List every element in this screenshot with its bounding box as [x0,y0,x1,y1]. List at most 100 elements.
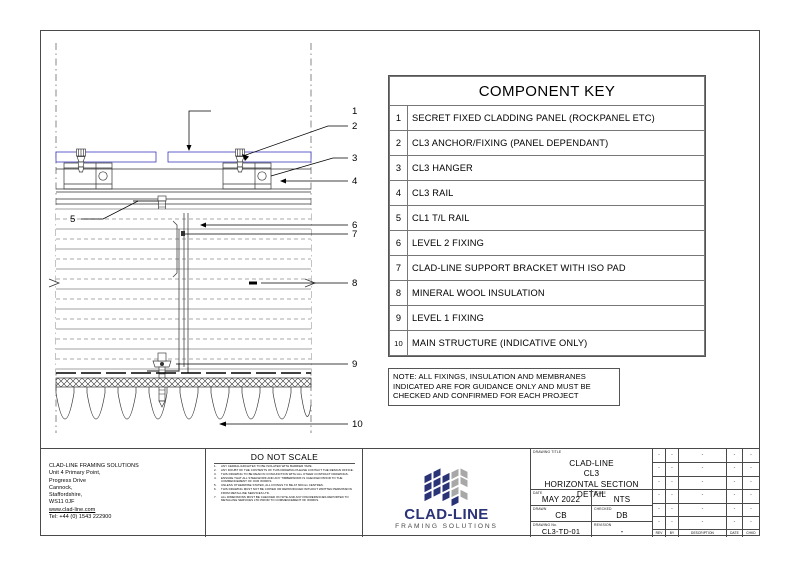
revision-cell[interactable]: - [679,452,726,458]
revision-cell[interactable]: - [727,465,742,471]
revision-cell[interactable]: - [653,465,665,471]
component-key-label: LEVEL 1 FIXING [407,305,705,331]
revision-cell[interactable]: - [727,519,742,525]
component-key-number: 2 [389,130,408,156]
component-key-row: 6 LEVEL 2 FIXING [389,230,705,256]
revision-cell[interactable]: - [743,452,759,458]
company-address-4: Staffordshire, [49,492,83,499]
component-key-number: 1 [389,105,408,131]
revision-cell[interactable]: - [666,492,678,498]
revision-cell[interactable]: - [666,519,678,525]
revision-row-divider [653,462,759,464]
drawing-no-value: CL3-TD-01 [541,527,581,536]
drawn-value: CB [555,511,567,520]
revision-cell[interactable]: - [666,479,678,485]
component-key-number: 4 [389,180,408,206]
component-key-number: 9 [389,305,408,331]
component-key-header-row: COMPONENT KEY [389,76,705,106]
general-notes-block: DO NOT SCALE 1. ANY CEDRAL/ARCHITEX TO BE… [206,449,363,537]
company-address-1: Unit 4 Primary Point, [49,470,101,477]
checked-value: DB [616,511,628,520]
do-not-scale-heading: DO NOT SCALE [214,452,355,464]
revision-row-divider [653,489,759,491]
revision-row-divider [653,502,759,504]
revision-cell[interactable]: - [743,465,759,471]
revision-cell[interactable]: - [743,492,759,498]
revision-cell[interactable]: - [743,519,759,525]
callout-2: 2 [352,121,357,132]
component-key-number: 7 [389,255,408,281]
component-key-row: 2 CL3 ANCHOR/FIXING (PANEL DEPENDANT) [389,130,705,156]
component-key-label: CL1 T/L RAIL [407,205,705,231]
logo-tagline: FRAMING SOLUTIONS [395,523,498,530]
component-key-number: 6 [389,230,408,256]
scale-cell: SCALE NTS [592,490,653,506]
revision-cell[interactable]: - [666,452,678,458]
revision-cell[interactable]: - [727,506,742,512]
company-logo-block: CLAD-LINE FRAMING SOLUTIONS [363,449,531,537]
revision-row-divider [653,475,759,477]
section-detail-svg: 1 2 3 4 5 6 7 8 9 10 [48,43,363,433]
revision-cell[interactable]: - [679,465,726,471]
component-key-label: CL3 RAIL [407,180,705,206]
general-note-number: 7. [214,494,217,499]
revision-cell[interactable]: - [743,506,759,512]
general-note-text: ALL DIMENSIONS MUST BE CHECKED ON SITE A… [221,494,349,503]
revision-column-header: CHKD [746,531,756,535]
revision-cell[interactable]: - [679,479,726,485]
drawing-number-cell: DRAWING No. CL3-TD-01 [531,522,592,537]
component-key-label: SECRET FIXED CLADDING PANEL (ROCKPANEL E… [407,105,705,131]
revision-cell[interactable]: - [666,506,678,512]
revision-cell[interactable]: - [653,479,665,485]
company-address-3: Cannock, [49,484,73,491]
callout-4: 4 [352,176,358,187]
callout-1: 1 [352,106,357,117]
company-name: CLAD-LINE FRAMING SOLUTIONS [49,463,139,469]
drawing-title-line-2: CL3 [583,469,600,479]
component-key-label: CL3 ANCHOR/FIXING (PANEL DEPENDANT) [407,130,705,156]
component-key-label: MAIN STRUCTURE (INDICATIVE ONLY) [407,330,705,356]
callout-9: 9 [352,359,357,370]
cladding-panel [55,151,312,163]
revision-cell[interactable]: - [679,506,726,512]
revision-column-header: DESCRIPTION [691,531,714,535]
logo-wordmark: CLAD-LINE [404,506,489,523]
main-structure [55,377,312,420]
general-note-item: 7. ALL DIMENSIONS MUST BE CHECKED ON SITE… [214,494,355,503]
revision-cell[interactable]: - [727,479,742,485]
note-line-1: NOTE: ALL FIXINGS, INSULATION AND MEMBRA… [393,372,586,381]
revision-cell[interactable]: - [743,479,759,485]
callout-3: 3 [352,153,357,164]
revision-cell[interactable]: - [653,452,665,458]
revision-cell[interactable]: - [679,492,726,498]
callout-5: 5 [70,214,75,225]
title-strip: CLAD-LINE FRAMING SOLUTIONS Unit 4 Prima… [41,448,759,537]
component-key-row: 10 MAIN STRUCTURE (INDICATIVE ONLY) [389,330,705,356]
component-key-number: 5 [389,205,408,231]
component-key-number: 10 [389,330,408,356]
note-line-2: INDICATED ARE FOR GUIDANCE ONLY AND MUST… [393,381,591,391]
cube-logo-icon [420,466,474,511]
revision-cell[interactable]: - [653,519,665,525]
revision-cell[interactable]: - [653,492,665,498]
drawn-by-cell: DRAWN CB [531,506,592,522]
component-key-row: 9 LEVEL 1 FIXING [389,305,705,331]
revision-cell[interactable]: - [679,519,726,525]
guidance-note-box: NOTE: ALL FIXINGS, INSULATION AND MEMBRA… [388,368,620,406]
revision-cell: REVISION - [592,522,653,537]
company-website-link[interactable]: www.clad-line.com [49,507,139,514]
revision-cell[interactable]: - [653,506,665,512]
revision-cell[interactable]: - [666,465,678,471]
revision-row-divider [653,529,759,531]
company-address-block: CLAD-LINE FRAMING SOLUTIONS Unit 4 Prima… [41,449,206,537]
component-key-number: 8 [389,280,408,306]
drawing-title-cell: DRAWING TITLE CLAD-LINE CL3 HORIZONTAL S… [531,449,653,499]
revision-cell[interactable]: - [727,452,742,458]
drawing-sheet: 1 2 3 4 5 6 7 8 9 10 COMPONENT KEY 1 SECR… [0,0,800,566]
component-key-row: 5 CL1 T/L RAIL [389,205,705,231]
drawing-title-label: DRAWING TITLE [533,450,562,454]
revision-cell[interactable]: - [727,492,742,498]
component-key-label: MINERAL WOOL INSULATION [407,280,705,306]
callout-10: 10 [352,419,363,430]
company-postcode: WS11 0JF [49,499,75,506]
